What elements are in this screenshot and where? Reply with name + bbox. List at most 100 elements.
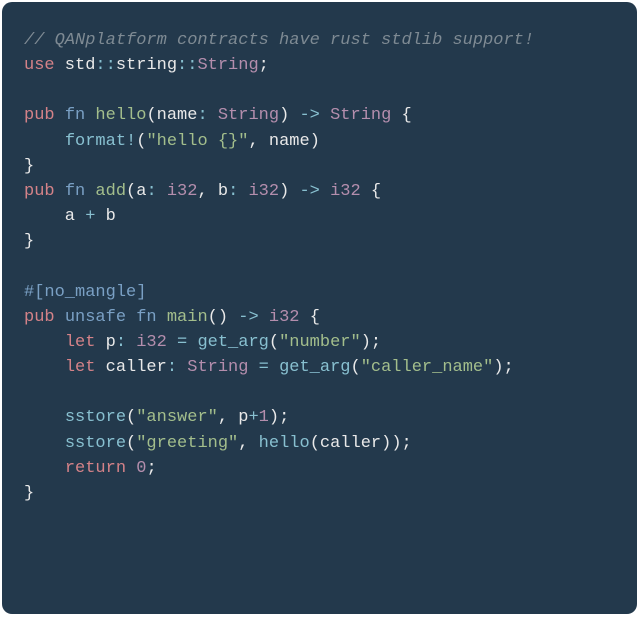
code-token: "number" (279, 333, 361, 352)
code-token: 0 (136, 459, 146, 478)
code-token: "caller_name" (361, 358, 494, 377)
code-token: ( (136, 132, 146, 151)
code-token (126, 308, 136, 327)
code-token: pub (24, 106, 55, 125)
code-token (24, 459, 65, 478)
code-token: hello (95, 106, 146, 125)
code-token: get_arg (197, 333, 268, 352)
code-token: ) (381, 434, 391, 453)
code-token: #[no_mangle] (24, 283, 146, 302)
code-content: // QANplatform contracts have rust stdli… (24, 31, 534, 503)
code-token: } (24, 157, 34, 176)
code-token (248, 434, 258, 453)
code-token: format! (65, 132, 136, 151)
code-token: ; (504, 358, 514, 377)
code-token: // QANplatform contracts have rust stdli… (24, 31, 534, 50)
code-token: } (24, 232, 34, 251)
code-token: + (85, 207, 95, 226)
code-token (126, 459, 136, 478)
code-block: // QANplatform contracts have rust stdli… (2, 2, 637, 614)
code-token: () (208, 308, 228, 327)
code-token (55, 308, 65, 327)
code-token (24, 358, 65, 377)
code-line: a + b (24, 207, 116, 226)
code-line: #[no_mangle] (24, 283, 146, 302)
code-token: -> (299, 182, 319, 201)
code-token: ) (493, 358, 503, 377)
code-token: ( (310, 434, 320, 453)
code-line: // QANplatform contracts have rust stdli… (24, 31, 534, 50)
code-token: ( (146, 106, 156, 125)
code-token (361, 182, 371, 201)
code-token (167, 333, 177, 352)
code-token: name (259, 132, 310, 151)
code-token: String (330, 106, 391, 125)
code-token: : (146, 182, 156, 201)
code-token (259, 308, 269, 327)
code-token: p (95, 333, 115, 352)
code-token: , (248, 132, 258, 151)
code-token: , (238, 434, 248, 453)
code-token: ; (259, 56, 269, 75)
code-token: unsafe (65, 308, 126, 327)
code-token (289, 182, 299, 201)
code-token: i32 (330, 182, 361, 201)
code-token: = (177, 333, 187, 352)
code-token: ) (279, 182, 289, 201)
code-token (238, 182, 248, 201)
code-token: = (259, 358, 269, 377)
code-token (24, 132, 65, 151)
code-token: String (218, 106, 279, 125)
code-token (85, 182, 95, 201)
code-token: pub (24, 308, 55, 327)
code-token: caller (95, 358, 166, 377)
code-token (85, 106, 95, 125)
code-token: ) (391, 434, 401, 453)
code-token: a (136, 182, 146, 201)
code-token: ( (269, 333, 279, 352)
code-token (157, 308, 167, 327)
code-line: sstore("answer", p+1); (24, 408, 289, 427)
code-token (228, 308, 238, 327)
code-line: return 0; (24, 459, 157, 478)
code-token: string (116, 56, 177, 75)
code-token: get_arg (279, 358, 350, 377)
code-token: , (197, 182, 207, 201)
code-token (24, 333, 65, 352)
code-token: -> (299, 106, 319, 125)
code-line: pub fn hello(name: String) -> String { (24, 106, 412, 125)
code-token: let (65, 358, 96, 377)
code-token (24, 434, 65, 453)
code-token: : (116, 333, 126, 352)
code-line: } (24, 484, 34, 503)
code-token: { (402, 106, 412, 125)
code-token: , (218, 408, 228, 427)
code-token: ( (126, 182, 136, 201)
code-line: let p: i32 = get_arg("number"); (24, 333, 381, 352)
code-token: i32 (167, 182, 198, 201)
code-token (391, 106, 401, 125)
code-token (55, 106, 65, 125)
code-token: String (197, 56, 258, 75)
code-token: { (310, 308, 320, 327)
code-token (126, 333, 136, 352)
code-token: ; (146, 459, 156, 478)
code-token: main (167, 308, 208, 327)
code-line: pub fn add(a: i32, b: i32) -> i32 { (24, 182, 381, 201)
code-token: ) (269, 408, 279, 427)
code-line: pub unsafe fn main() -> i32 { (24, 308, 320, 327)
code-token: ) (361, 333, 371, 352)
code-token: ( (126, 434, 136, 453)
code-line: } (24, 232, 34, 251)
code-token: fn (65, 182, 85, 201)
code-token: use (24, 56, 55, 75)
code-token: i32 (136, 333, 167, 352)
code-token: : (197, 106, 207, 125)
code-token: String (187, 358, 248, 377)
code-token (177, 358, 187, 377)
code-token: -> (238, 308, 258, 327)
code-token (208, 106, 218, 125)
code-token: pub (24, 182, 55, 201)
code-token (157, 182, 167, 201)
code-token: return (65, 459, 126, 478)
